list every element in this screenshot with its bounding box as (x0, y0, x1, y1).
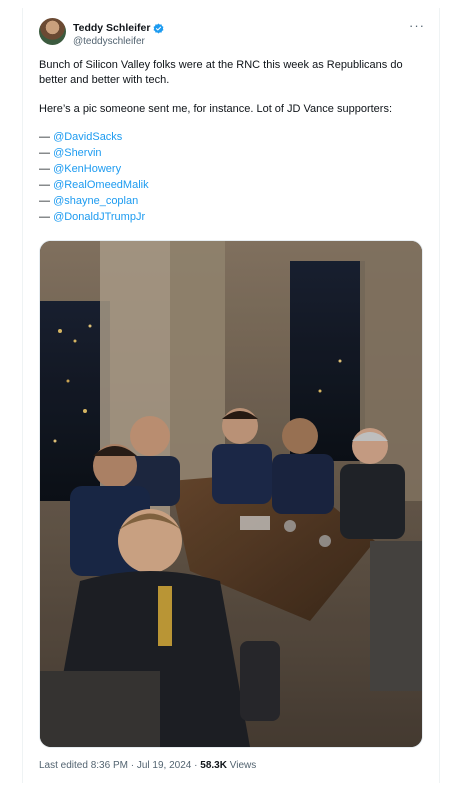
mention-link[interactable]: @DonaldJTrumpJr (53, 211, 145, 223)
views-count: 58.3K (200, 760, 227, 771)
tweet-paragraph: Bunch of Silicon Valley folks were at th… (39, 59, 403, 86)
mention-list: — @DavidSacks — @Shervin — @KenHowery — … (39, 130, 423, 226)
dash: — (39, 163, 50, 175)
verified-badge-icon (153, 23, 164, 33)
dash: — (39, 179, 50, 191)
tweet-date[interactable]: Jul 19, 2024 (137, 760, 192, 771)
photo-image (40, 241, 422, 747)
author-display-name[interactable]: Teddy Schleifer (73, 22, 150, 34)
dash: — (39, 211, 50, 223)
tweet-photo[interactable] (39, 240, 423, 748)
list-item: — @KenHowery (39, 162, 423, 178)
mention-link[interactable]: @Shervin (53, 147, 101, 159)
tweet-card: Teddy Schleifer @teddyschleifer ··· Bunc… (22, 8, 440, 783)
meta-separator: · (194, 760, 198, 771)
tweet-text: Bunch of Silicon Valley folks were at th… (39, 58, 423, 226)
tweet-paragraph: Here’s a pic someone sent me, for instan… (39, 103, 392, 115)
author-handle[interactable]: @teddyschleifer (73, 36, 145, 47)
dash: — (39, 195, 50, 207)
views-label: Views (229, 760, 257, 771)
tweet-header: Teddy Schleifer @teddyschleifer ··· (39, 18, 425, 58)
more-options-icon[interactable]: ··· (409, 18, 425, 33)
meta-separator: · (130, 760, 135, 771)
mention-link[interactable]: @KenHowery (53, 163, 121, 175)
list-item: — @Shervin (39, 146, 423, 162)
mention-link[interactable]: @shayne_coplan (53, 195, 138, 207)
dash: — (39, 131, 50, 143)
dash: — (39, 147, 50, 159)
edited-timestamp[interactable]: Last edited 8:36 PM (39, 760, 128, 771)
list-item: — @DonaldJTrumpJr (39, 210, 423, 226)
mention-link[interactable]: @RealOmeedMalik (53, 179, 149, 191)
list-item: — @DavidSacks (39, 130, 423, 146)
author-name-row: Teddy Schleifer (73, 22, 164, 34)
list-item: — @shayne_coplan (39, 194, 423, 210)
list-item: — @RealOmeedMalik (39, 178, 423, 194)
mention-link[interactable]: @DavidSacks (53, 131, 122, 143)
tweet-meta: Last edited 8:36 PM · Jul 19, 2024 · 58.… (39, 760, 256, 771)
avatar[interactable] (39, 18, 66, 45)
